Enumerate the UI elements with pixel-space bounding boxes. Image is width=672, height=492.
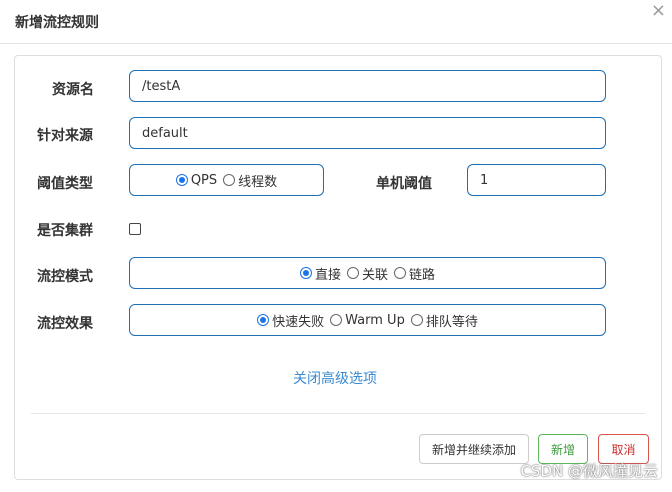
flow-mode-direct[interactable]: 直接 (299, 264, 341, 283)
flow-mode-relate[interactable]: 关联 (346, 264, 388, 283)
flow-effect-group: 快速失败 Warm Up 排队等待 (129, 304, 606, 336)
resource-input[interactable] (129, 70, 606, 102)
dialog-header: 新增流控规则 × (0, 0, 672, 44)
threshold-type-threads[interactable]: 线程数 (223, 171, 277, 190)
flow-effect-warm-up[interactable]: Warm Up (330, 313, 405, 328)
resource-label: 资源名 (52, 82, 94, 98)
csdn-watermark: CSDN @微风撞见云 (520, 462, 658, 480)
radio-unchecked-icon (346, 267, 359, 279)
flow-mode-direct-label: 直接 (314, 267, 341, 283)
radio-unchecked-icon (394, 267, 406, 279)
add-and-continue-button[interactable]: 新增并继续添加 (419, 434, 529, 464)
close-icon[interactable]: × (651, 1, 666, 21)
flow-mode-chain[interactable]: 链路 (394, 264, 435, 283)
threshold-type-threads-label: 线程数 (238, 174, 278, 190)
flow-mode-label: 流控模式 (37, 269, 93, 285)
close-advanced-options-link[interactable]: 关闭高级选项 (293, 368, 377, 388)
radio-checked-icon (175, 174, 188, 186)
single-threshold-input[interactable] (467, 164, 606, 196)
threshold-type-group: QPS 线程数 (129, 164, 324, 196)
radio-unchecked-icon (330, 314, 343, 326)
origin-input[interactable] (129, 117, 606, 149)
radio-checked-icon (299, 267, 312, 279)
flow-effect-queue-label: 排队等待 (425, 314, 478, 330)
dialog-title: 新增流控规则 (15, 15, 99, 31)
flow-effect-label: 流控效果 (37, 316, 93, 332)
dialog-body: 资源名 针对来源 阈值类型 QPS 线程数 单机阈值 是否集群 流控模式 (14, 55, 662, 480)
single-threshold-label: 单机阈值 (376, 176, 432, 192)
flow-mode-relate-label: 关联 (361, 267, 388, 283)
flow-mode-chain-label: 链路 (409, 267, 436, 283)
threshold-type-label: 阈值类型 (37, 176, 93, 192)
footer-divider (31, 413, 645, 414)
threshold-type-qps-label: QPS (190, 172, 218, 188)
flow-effect-fast-fail-label: 快速失败 (272, 314, 325, 330)
add-flow-rule-dialog: 新增流控规则 × 资源名 针对来源 阈值类型 QPS 线程数 单机阈值 是否集群 (0, 0, 672, 492)
radio-checked-icon (257, 314, 270, 326)
threshold-type-qps[interactable]: QPS (175, 172, 218, 188)
radio-unchecked-icon (223, 174, 236, 186)
origin-label: 针对来源 (37, 128, 93, 144)
flow-effect-warm-up-label: Warm Up (345, 312, 405, 328)
flow-effect-queue[interactable]: 排队等待 (410, 311, 478, 330)
cluster-label: 是否集群 (37, 223, 93, 239)
flow-effect-fast-fail[interactable]: 快速失败 (257, 311, 324, 330)
flow-mode-group: 直接 关联 链路 (129, 257, 606, 289)
radio-unchecked-icon (410, 314, 423, 326)
cluster-checkbox[interactable] (129, 223, 141, 235)
